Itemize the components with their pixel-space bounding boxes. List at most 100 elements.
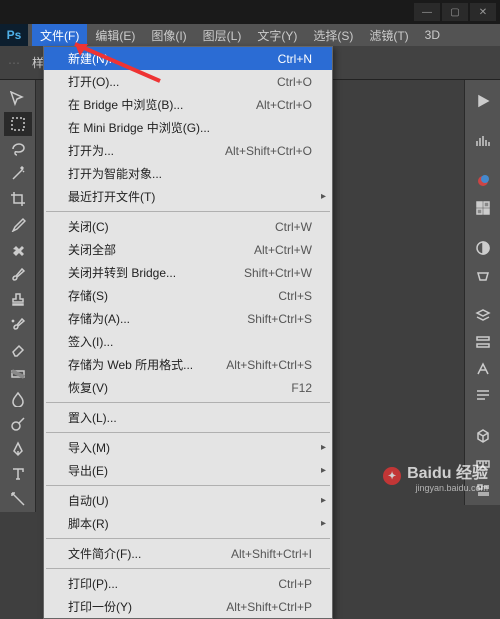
menu-item-shortcut: Alt+Ctrl+O — [256, 98, 312, 112]
color-panel-icon[interactable] — [469, 169, 497, 193]
wand-tool[interactable] — [4, 162, 32, 186]
dodge-tool[interactable] — [4, 412, 32, 436]
paw-icon: ✦ — [383, 467, 401, 485]
menu-item-shortcut: Shift+Ctrl+W — [244, 266, 312, 280]
eraser-tool[interactable] — [4, 337, 32, 361]
menu-item[interactable]: 置入(L)... — [44, 406, 332, 429]
menu-item[interactable]: 恢复(V) F12 — [44, 376, 332, 399]
menu-item-shortcut: Ctrl+P — [278, 577, 312, 591]
crop-tool[interactable] — [4, 187, 32, 211]
heal-tool[interactable] — [4, 237, 32, 261]
paragraph-panel-icon[interactable] — [469, 384, 497, 408]
menu-item-label: 打开为... — [68, 142, 114, 159]
minimize-button[interactable]: — — [414, 3, 440, 21]
menu-item-shortcut: F12 — [291, 381, 312, 395]
menu-text[interactable]: 文字(Y) — [249, 24, 305, 46]
menu-item[interactable]: 存储为 Web 所用格式...Alt+Shift+Ctrl+S — [44, 353, 332, 376]
menu-item[interactable]: 打印一份(Y) Alt+Shift+Ctrl+P — [44, 595, 332, 618]
lasso-tool[interactable] — [4, 137, 32, 161]
menu-item-label: 签入(I)... — [68, 333, 113, 350]
menu-item[interactable]: 最近打开文件(T) — [44, 185, 332, 208]
menu-item-shortcut: Ctrl+W — [275, 220, 312, 234]
menu-item[interactable]: 脚本(R) — [44, 512, 332, 535]
channels-panel-icon[interactable] — [469, 330, 497, 354]
menu-item-label: 文件简介(F)... — [68, 545, 141, 562]
menu-item[interactable]: 在 Mini Bridge 中浏览(G)... — [44, 116, 332, 139]
path-tool[interactable] — [4, 487, 32, 511]
menu-item-label: 在 Mini Bridge 中浏览(G)... — [68, 119, 210, 136]
menu-item[interactable]: 打开为... Alt+Shift+Ctrl+O — [44, 139, 332, 162]
gradient-tool[interactable] — [4, 362, 32, 386]
maximize-button[interactable]: ▢ — [442, 3, 468, 21]
menu-item[interactable]: 文件简介(F)... Alt+Shift+Ctrl+I — [44, 542, 332, 565]
file-menu-dropdown: 新建(N)... Ctrl+N 打开(O)...Ctrl+O在 Bridge 中浏览… — [43, 46, 333, 619]
menu-item[interactable]: 在 Bridge 中浏览(B)...Alt+Ctrl+O — [44, 93, 332, 116]
menu-item-label: 存储(S) — [68, 287, 108, 304]
menu-item[interactable]: 打开为智能对象... — [44, 162, 332, 185]
menu-item[interactable]: 打开(O)...Ctrl+O — [44, 70, 332, 93]
menu-item-label: 导入(M) — [68, 439, 110, 456]
watermark-url: jingyan.baidu.com — [407, 483, 488, 493]
menu-item[interactable]: 导入(M) — [44, 436, 332, 459]
menu-layer[interactable]: 图层(L) — [195, 24, 250, 46]
menu-file[interactable]: 文件(F) — [32, 24, 87, 46]
3d-panel-icon[interactable] — [469, 424, 497, 448]
menu-item-shortcut: Alt+Shift+Ctrl+P — [226, 600, 312, 614]
menu-3d[interactable]: 3D — [417, 24, 448, 46]
watermark: ✦ Baidu 经验 jingyan.baidu.com — [383, 459, 488, 493]
close-button[interactable]: ✕ — [470, 3, 496, 21]
stamp-tool[interactable] — [4, 287, 32, 311]
menu-item-shortcut: Shift+Ctrl+S — [247, 312, 312, 326]
text-panel-icon[interactable] — [469, 357, 497, 381]
menu-filter[interactable]: 滤镜(T) — [361, 24, 416, 46]
menu-item[interactable]: 关闭(C) Ctrl+W — [44, 215, 332, 238]
pen-tool[interactable] — [4, 437, 32, 461]
menu-item-shortcut: Ctrl+N — [278, 52, 312, 66]
blur-tool[interactable] — [4, 387, 32, 411]
menu-image[interactable]: 图像(I) — [143, 24, 194, 46]
play-panel-icon[interactable] — [469, 89, 497, 113]
menu-item[interactable]: 存储(S)Ctrl+S — [44, 284, 332, 307]
menu-select[interactable]: 选择(S) — [305, 24, 361, 46]
menu-item[interactable]: 导出(E) — [44, 459, 332, 482]
menu-item-label: 新建(N)... — [68, 50, 119, 67]
ps-logo-icon: Ps — [0, 24, 28, 46]
menu-item-shortcut: Ctrl+O — [277, 75, 312, 89]
adjust-panel-icon[interactable] — [469, 236, 497, 260]
toolbox — [0, 80, 36, 512]
menu-item-label: 关闭并转到 Bridge... — [68, 264, 176, 281]
layers-panel-icon[interactable] — [469, 303, 497, 327]
menu-item-shortcut: Alt+Ctrl+W — [254, 243, 312, 257]
menu-item-label: 打开为智能对象... — [68, 165, 162, 182]
styles-panel-icon[interactable] — [469, 263, 497, 287]
watermark-brand: Baidu — [407, 465, 451, 482]
histogram-panel-icon[interactable] — [469, 129, 497, 153]
menu-item-label: 打印一份(Y) — [68, 598, 132, 615]
right-panels — [464, 80, 500, 505]
menu-item-label: 关闭(C) — [68, 218, 109, 235]
menu-item-shortcut: Alt+Shift+Ctrl+O — [225, 144, 312, 158]
menu-item[interactable]: 存储为(A)... Shift+Ctrl+S — [44, 307, 332, 330]
type-tool[interactable] — [4, 462, 32, 486]
menu-item-label: 脚本(R) — [68, 515, 109, 532]
window-titlebar: — ▢ ✕ — [0, 0, 500, 24]
eyedropper-tool[interactable] — [4, 212, 32, 236]
menu-item[interactable]: 打印(P)... Ctrl+P — [44, 572, 332, 595]
move-tool[interactable] — [4, 87, 32, 111]
swatches-panel-icon[interactable] — [469, 196, 497, 220]
menu-item[interactable]: 关闭全部Alt+Ctrl+W — [44, 238, 332, 261]
history-brush-tool[interactable] — [4, 312, 32, 336]
menu-item[interactable]: 关闭并转到 Bridge... Shift+Ctrl+W — [44, 261, 332, 284]
menu-item-shortcut: Alt+Shift+Ctrl+I — [231, 547, 312, 561]
menu-item-label: 导出(E) — [68, 462, 108, 479]
menu-item-label: 最近打开文件(T) — [68, 188, 155, 205]
menu-item-label: 恢复(V) — [68, 379, 108, 396]
menu-item-shortcut: Alt+Shift+Ctrl+S — [226, 358, 312, 372]
brush-tool[interactable] — [4, 262, 32, 286]
menu-item-label: 打印(P)... — [68, 575, 118, 592]
marquee-tool[interactable] — [4, 112, 32, 136]
menu-item[interactable]: 新建(N)... Ctrl+N — [44, 47, 332, 70]
menu-edit[interactable]: 编辑(E) — [87, 24, 143, 46]
menu-item-label: 存储为(A)... — [68, 310, 130, 327]
menu-item[interactable]: 签入(I)... — [44, 330, 332, 353]
